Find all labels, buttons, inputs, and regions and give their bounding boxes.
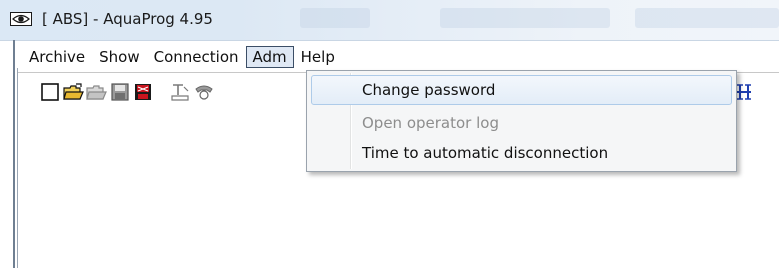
background-window-tab: [635, 8, 779, 28]
menu-adm[interactable]: Adm: [245, 46, 294, 68]
window-title: [ ABS] - AquaProg 4.95: [42, 10, 213, 28]
save-button[interactable]: [109, 81, 131, 103]
menu-help[interactable]: Help: [294, 46, 342, 68]
dial-button[interactable]: [193, 81, 215, 103]
telephone-icon: [195, 85, 213, 100]
menu-archive[interactable]: Archive: [22, 46, 92, 68]
new-document-icon: [41, 83, 59, 101]
adm-dropdown-menu: Change password Open operator log Time t…: [306, 70, 737, 172]
text-tool-button[interactable]: [169, 81, 191, 103]
open-disabled-button[interactable]: [85, 81, 107, 103]
window-frame-left: [13, 40, 15, 268]
new-button[interactable]: [39, 81, 61, 103]
open-folder-disabled-icon: [86, 85, 107, 100]
background-window-tab: [300, 8, 370, 28]
app-window: [ ABS] - AquaProg 4.95 Archive Show Conn…: [0, 0, 779, 268]
open-button[interactable]: [62, 81, 84, 103]
menu-show[interactable]: Show: [92, 46, 146, 68]
menu-item-time-to-automatic-disconnection[interactable]: Time to automatic disconnection: [311, 138, 732, 168]
save-disk-red-icon: [135, 84, 151, 100]
open-folder-icon: [63, 83, 84, 100]
title-bar[interactable]: [ ABS] - AquaProg 4.95: [0, 0, 779, 41]
save-red-button[interactable]: [132, 81, 154, 103]
save-disk-icon: [111, 83, 129, 101]
menu-item-change-password[interactable]: Change password: [311, 75, 732, 105]
vertical-arrows-icon: [737, 84, 751, 100]
menu-connection[interactable]: Connection: [147, 46, 246, 68]
eye-icon: [10, 12, 32, 26]
layout-button[interactable]: [734, 81, 756, 103]
background-window-tab: [440, 8, 610, 28]
menu-bar: Archive Show Connection Adm Help: [22, 46, 342, 68]
menu-item-open-operator-log[interactable]: Open operator log: [311, 108, 732, 138]
text-tool-icon: [171, 84, 189, 101]
